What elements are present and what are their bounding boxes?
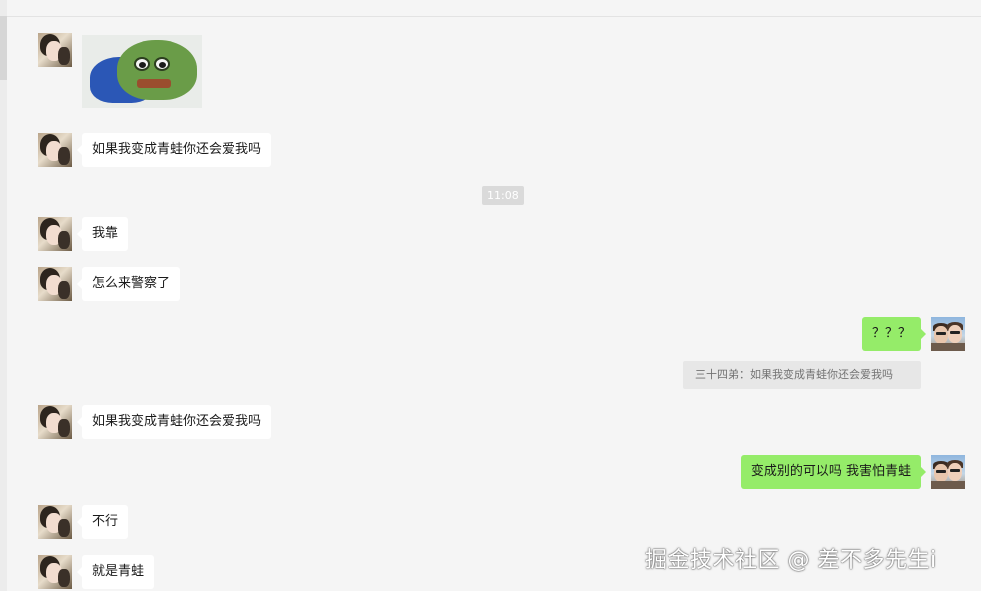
friend-avatar[interactable] <box>38 133 72 167</box>
frog-sticker[interactable] <box>82 35 202 108</box>
message-bubble-incoming[interactable]: 怎么来警察了 <box>76 267 181 301</box>
friend-avatar[interactable] <box>38 267 72 301</box>
scrollbar-thumb[interactable] <box>0 16 7 80</box>
message-bubble-outgoing[interactable]: 变成别的可以吗 我害怕青蛙 <box>740 455 927 489</box>
message-bubble-incoming[interactable]: 如果我变成青蛙你还会爱我吗 <box>76 405 272 439</box>
message-bubble-incoming[interactable]: 如果我变成青蛙你还会爱我吗 <box>76 133 272 167</box>
friend-avatar[interactable] <box>38 505 72 539</box>
friend-avatar[interactable] <box>38 405 72 439</box>
sticker-frog-eye-right <box>154 57 170 71</box>
friend-avatar[interactable] <box>38 33 72 67</box>
scrollbar[interactable] <box>0 0 7 591</box>
message-bubble-incoming[interactable]: 就是青蛙 <box>76 555 155 589</box>
sticker-frog-mouth <box>137 79 171 88</box>
top-divider <box>0 16 981 17</box>
my-avatar[interactable] <box>931 317 965 351</box>
friend-avatar[interactable] <box>38 217 72 251</box>
message-bubble-outgoing[interactable]: ？？？ <box>861 317 927 351</box>
quoted-message[interactable]: 三十四弟：如果我变成青蛙你还会爱我吗 <box>683 361 921 389</box>
watermark: 掘金技术社区 @ 差不多先生i <box>645 548 937 573</box>
sticker-frog-eye-left <box>134 57 150 71</box>
message-bubble-incoming[interactable]: 不行 <box>76 505 129 539</box>
time-divider: 11:08 <box>482 186 524 205</box>
chat-window: 如果我变成青蛙你还会爱我吗 11:08 我靠 怎么来警察了 ？？？ 三十四弟：如… <box>0 0 981 591</box>
message-bubble-incoming[interactable]: 我靠 <box>76 217 129 251</box>
friend-avatar[interactable] <box>38 555 72 589</box>
my-avatar[interactable] <box>931 455 965 489</box>
